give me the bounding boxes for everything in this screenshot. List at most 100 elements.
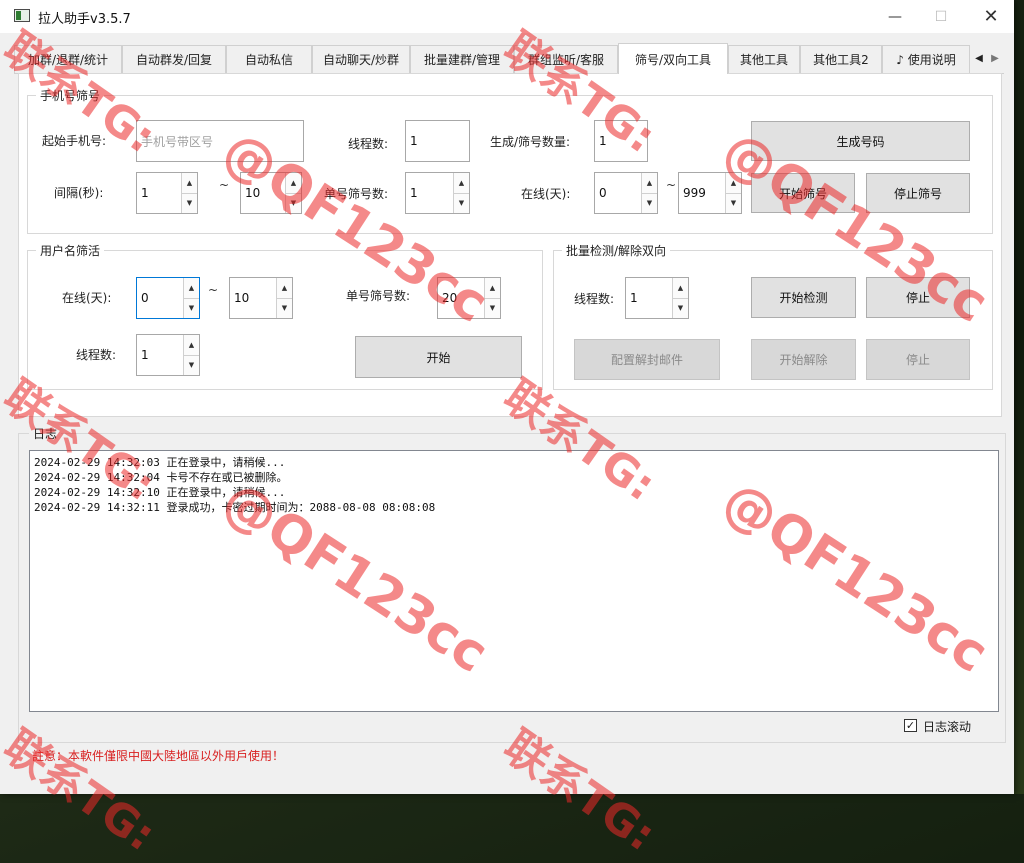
log-line: 2024-02-29 14:32:04 卡号不存在或已被删除。 [34, 471, 288, 484]
threads-stepper[interactable]: 1 ▲ ▼ [136, 334, 200, 376]
spin-up-icon[interactable]: ▲ [183, 335, 199, 356]
spin-up-icon[interactable]: ▲ [285, 173, 301, 194]
threads-label: 线程数: [574, 292, 615, 306]
start-phone-label: 起始手机号: [42, 134, 107, 148]
range-tilde: ~ [666, 178, 677, 192]
per-number-value: 20 [442, 291, 458, 305]
interval-from-value: 1 [141, 186, 149, 200]
threads-value: 1 [141, 348, 149, 362]
spin-up-icon[interactable]: ▲ [725, 173, 741, 194]
log-group: 日志 2024-02-29 14:32:03 正在登录中，请稍候... 2024… [18, 425, 1006, 743]
start-filter-button[interactable]: 开始筛号 [751, 173, 855, 213]
online-to-value: 999 [683, 186, 706, 200]
tab-panel: 手机号筛号 起始手机号: 手机号带区号 线程数: 1 生成/筛号数量: 1 生成… [18, 73, 1002, 417]
app-window: 拉人助手v3.5.7 — ☐ ✕ 加群/退群/统计 自动群发/回复 自动私信 自… [0, 0, 1014, 794]
per-number-value: 1 [410, 186, 418, 200]
threads-label: 线程数: [348, 137, 389, 151]
per-number-label: 单号筛号数: [346, 289, 411, 303]
threads-input[interactable]: 1 [405, 120, 470, 162]
app-icon [14, 9, 30, 22]
stop-filter-button[interactable]: 停止筛号 [866, 173, 970, 213]
username-filter-group: 用户名筛活 在线(天): 0 ▲ ▼ ~ 10 ▲ ▼ 单号筛号数: 20 ▲ ▼ 线… [27, 242, 543, 390]
tab-scroll-left-icon[interactable]: ◀ [972, 47, 986, 69]
tab-usage-guide[interactable]: ♪ 使用说明 [882, 45, 970, 73]
tab-auto-chat[interactable]: 自动聊天/炒群 [312, 45, 410, 73]
spin-up-icon[interactable]: ▲ [484, 278, 500, 299]
tab-batch-groups[interactable]: 批量建群/管理 [410, 45, 514, 73]
tab-bar: 加群/退群/统计 自动群发/回复 自动私信 自动聊天/炒群 批量建群/管理 群组… [14, 43, 1004, 74]
tab-auto-dm[interactable]: 自动私信 [226, 45, 312, 73]
spin-up-icon[interactable]: ▲ [183, 278, 199, 299]
online-from-value: 0 [599, 186, 607, 200]
generate-numbers-button[interactable]: 生成号码 [751, 121, 970, 161]
spin-down-icon[interactable]: ▼ [453, 193, 469, 213]
spin-down-icon[interactable]: ▼ [276, 298, 292, 318]
phone-filter-group: 手机号筛号 起始手机号: 手机号带区号 线程数: 1 生成/筛号数量: 1 生成… [27, 87, 993, 234]
threads-label: 线程数: [76, 348, 117, 362]
spin-up-icon[interactable]: ▲ [453, 173, 469, 194]
start-phone-input[interactable]: 手机号带区号 [136, 120, 304, 162]
log-line: 2024-02-29 14:32:03 正在登录中，请稍候... [34, 456, 286, 469]
per-number-label: 单号筛号数: [324, 187, 389, 201]
threads-stepper[interactable]: 1 ▲ ▼ [625, 277, 689, 319]
online-days-label: 在线(天): [521, 187, 571, 201]
tab-auto-broadcast[interactable]: 自动群发/回复 [122, 45, 226, 73]
tab-group-monitor[interactable]: 群组监听/客服 [514, 45, 618, 73]
title-bar: 拉人助手v3.5.7 — ☐ ✕ [0, 0, 1014, 33]
spin-down-icon[interactable]: ▼ [725, 193, 741, 213]
start-check-button[interactable]: 开始检测 [751, 277, 856, 318]
spin-down-icon[interactable]: ▼ [672, 298, 688, 318]
online-from-stepper[interactable]: 0 ▲ ▼ [594, 172, 658, 214]
online-from-value: 0 [141, 291, 149, 305]
tab-other-tools-2[interactable]: 其他工具2 [800, 45, 882, 73]
range-tilde: ~ [219, 178, 230, 192]
stop-check-button[interactable]: 停止 [866, 277, 970, 318]
log-autoscroll-label[interactable]: 日志滚动 [923, 718, 971, 735]
start-username-filter-button[interactable]: 开始 [355, 336, 522, 378]
interval-to-stepper[interactable]: 10 ▲ ▼ [240, 172, 302, 214]
spin-up-icon[interactable]: ▲ [641, 173, 657, 194]
spin-down-icon[interactable]: ▼ [181, 193, 197, 213]
interval-from-stepper[interactable]: 1 ▲ ▼ [136, 172, 198, 214]
gen-count-label: 生成/筛号数量: [490, 135, 571, 149]
tab-scroll-right-icon[interactable]: ▶ [988, 47, 1002, 69]
group-title: 批量检测/解除双向 [562, 242, 671, 259]
spin-down-icon[interactable]: ▼ [641, 193, 657, 213]
online-to-value: 10 [234, 291, 250, 305]
group-title: 手机号筛号 [36, 87, 105, 104]
spin-down-icon[interactable]: ▼ [183, 355, 199, 375]
maximize-button[interactable]: ☐ [918, 0, 964, 33]
spin-up-icon[interactable]: ▲ [276, 278, 292, 299]
log-line: 2024-02-29 14:32:10 正在登录中，请稍候... [34, 486, 286, 499]
close-button[interactable]: ✕ [968, 0, 1014, 33]
online-days-label: 在线(天): [62, 291, 112, 305]
online-to-stepper[interactable]: 999 ▲ ▼ [678, 172, 742, 214]
group-title: 用户名筛活 [36, 242, 105, 259]
tab-join-leave[interactable]: 加群/退群/统计 [14, 45, 122, 73]
bidirectional-group: 批量检测/解除双向 线程数: 1 ▲ ▼ 开始检测 停止 配置解封邮件 开始解除 … [553, 242, 993, 390]
log-line: 2024-02-29 14:32:11 登录成功，卡密过期时间为：2088-08… [34, 501, 436, 514]
log-textarea[interactable]: 2024-02-29 14:32:03 正在登录中，请稍候... 2024-02… [29, 450, 999, 712]
gen-count-input[interactable]: 1 [594, 120, 648, 162]
spin-down-icon[interactable]: ▼ [183, 298, 199, 318]
threads-value: 1 [630, 291, 638, 305]
spin-down-icon[interactable]: ▼ [484, 298, 500, 318]
online-from-stepper[interactable]: 0 ▲ ▼ [136, 277, 200, 319]
tab-other-tools[interactable]: 其他工具 [728, 45, 800, 73]
per-number-stepper[interactable]: 1 ▲ ▼ [405, 172, 470, 214]
usage-notice: 註意：本軟件僅限中國大陸地區以外用戶使用！ [32, 749, 285, 763]
log-autoscroll-checkbox[interactable]: ✓ [904, 719, 917, 732]
interval-to-value: 10 [245, 186, 261, 200]
online-to-stepper[interactable]: 10 ▲ ▼ [229, 277, 293, 319]
stop-release-button[interactable]: 停止 [866, 339, 970, 380]
config-unban-email-button[interactable]: 配置解封邮件 [574, 339, 720, 380]
range-tilde: ~ [208, 283, 219, 297]
per-number-stepper[interactable]: 20 ▲ ▼ [437, 277, 501, 319]
spin-up-icon[interactable]: ▲ [181, 173, 197, 194]
start-release-button[interactable]: 开始解除 [751, 339, 856, 380]
tab-number-filter[interactable]: 筛号/双向工具 [618, 43, 728, 74]
minimize-button[interactable]: — [872, 0, 918, 33]
log-title: 日志 [29, 425, 62, 442]
spin-down-icon[interactable]: ▼ [285, 193, 301, 213]
spin-up-icon[interactable]: ▲ [672, 278, 688, 299]
